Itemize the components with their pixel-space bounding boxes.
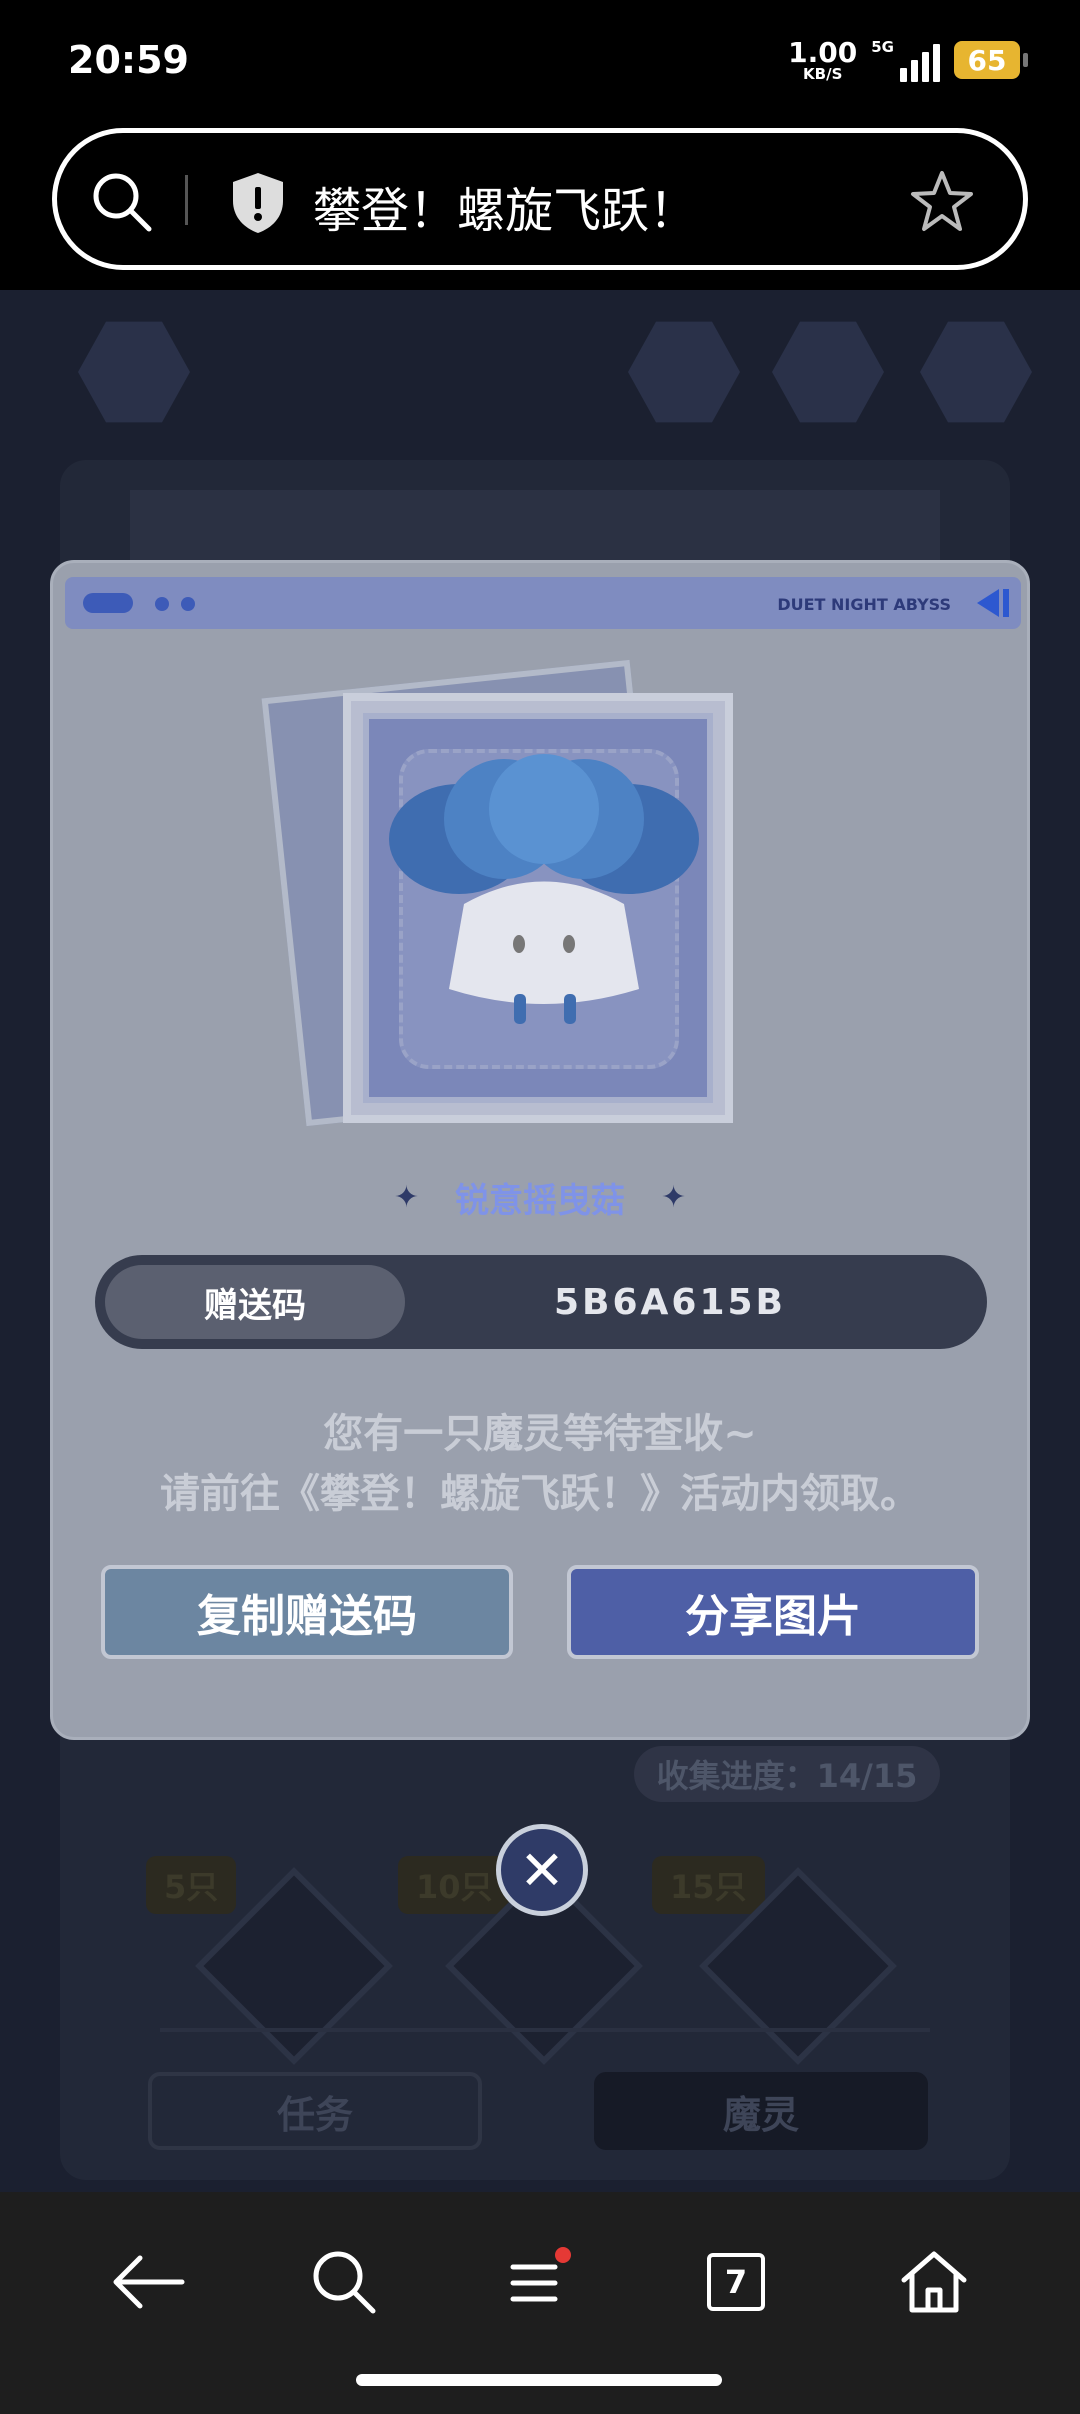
header-decoration [181, 597, 195, 611]
star-icon[interactable] [909, 169, 975, 235]
address-bar[interactable]: 攀登！螺旋飞跃！ [52, 128, 1028, 270]
header-decoration [155, 597, 169, 611]
address-bar-area: 攀登！螺旋飞跃！ [0, 126, 1080, 290]
milestone-label: 15只 [652, 1856, 765, 1914]
copy-code-button[interactable]: 复制赠送码 [101, 1565, 513, 1659]
sparkle-icon: ✦ [661, 1180, 687, 1215]
menu-icon [510, 2247, 571, 2302]
back-icon [113, 2255, 185, 2309]
search-icon[interactable] [89, 169, 155, 235]
share-image-button[interactable]: 分享图片 [567, 1565, 979, 1659]
gift-code-value[interactable]: 5B6A615B [435, 1255, 905, 1349]
network-speed: 1.00 KB/S [788, 35, 858, 83]
status-icons: 1.00 KB/S 5G 65 [788, 35, 1028, 83]
search-icon [313, 2251, 376, 2314]
header-decoration [83, 593, 133, 613]
signal-icon: 5G [871, 38, 940, 82]
menu-button[interactable] [488, 2232, 588, 2332]
card-art-frame [363, 713, 713, 1103]
status-time: 20:59 [68, 38, 189, 82]
network-speed-value: 1.00 [788, 35, 858, 69]
mushroom-spirit-illustration [389, 754, 699, 1024]
network-type: 5G [871, 38, 894, 56]
tab-tasks[interactable]: 任务 [148, 2072, 482, 2150]
tab-tasks-label: 任务 [276, 2092, 353, 2137]
shield-icon[interactable] [229, 171, 287, 235]
milestone-label: 10只 [398, 1856, 511, 1914]
sparkle-icon: ✦ [393, 1180, 419, 1215]
battery-icon: 65 [954, 41, 1028, 79]
help-hex-button[interactable] [628, 321, 740, 423]
message-line-2: 请前往《攀登！螺旋飞跃！》活动内领取。 [160, 1471, 920, 1517]
gift-code-dialog: DUET NIGHT ABYSS ✦ 锐意摇曳菇 ✦ 赠送码 5B6A615B … [50, 560, 1030, 1740]
share-hex-button[interactable] [920, 321, 1032, 423]
page-title[interactable]: 攀登！螺旋飞跃！ [313, 171, 697, 241]
card-name-row: ✦ 锐意摇曳菇 ✦ [53, 1173, 1027, 1222]
gift-code-label: 赠送码 [105, 1265, 405, 1339]
home-hex-button[interactable] [78, 321, 190, 423]
gift-code-bar: 赠送码 5B6A615B [95, 1255, 987, 1349]
milestone-label: 5只 [146, 1856, 237, 1914]
tabs-icon: 7 [707, 2253, 765, 2311]
close-dialog-button[interactable]: ✕ [496, 1824, 588, 1916]
spirit-card [343, 693, 733, 1123]
collection-progress: 收集进度：14/15 [634, 1746, 940, 1802]
music-hex-button[interactable] [772, 321, 884, 423]
tabs-button[interactable]: 7 [686, 2232, 786, 2332]
dialog-header: DUET NIGHT ABYSS [65, 577, 1021, 629]
header-arrow-icon [977, 589, 999, 617]
address-divider [185, 175, 188, 225]
tab-count: 7 [724, 2263, 748, 2301]
home-icon [901, 2251, 967, 2313]
status-bar: 20:59 1.00 KB/S 5G 65 [0, 0, 1080, 126]
progress-track [160, 2028, 930, 2032]
home-button[interactable] [884, 2232, 984, 2332]
header-decoration [1003, 589, 1009, 617]
tab-spirits-label: 魔灵 [722, 2092, 799, 2137]
network-speed-unit: KB/S [803, 64, 843, 83]
tab-spirits[interactable]: 魔灵 [594, 2072, 928, 2150]
brand-text: DUET NIGHT ABYSS [777, 595, 951, 614]
search-button[interactable] [294, 2232, 394, 2332]
message-line-1: 您有一只魔灵等待查收~ [323, 1411, 757, 1457]
back-button[interactable] [98, 2232, 198, 2332]
battery-level: 65 [967, 43, 1007, 77]
card-name: 锐意摇曳菇 [455, 1181, 625, 1221]
home-indicator[interactable] [356, 2374, 722, 2386]
